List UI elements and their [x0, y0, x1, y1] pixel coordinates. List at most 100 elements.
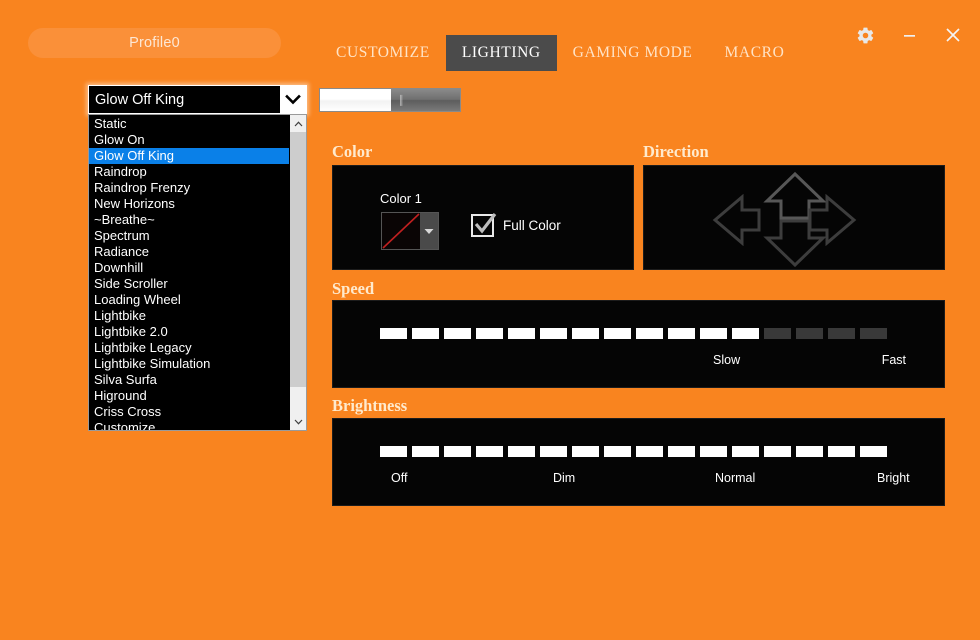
slider-segment[interactable]: [380, 328, 407, 339]
dropdown-option[interactable]: Lightbike Simulation: [89, 356, 289, 372]
titlebar: Profile0 CUSTOMIZE LIGHTING GAMING MODE MAC…: [0, 0, 980, 82]
brightness-section-title: Brightness: [332, 396, 408, 415]
slider-segment[interactable]: [444, 446, 471, 457]
lighting-mode-selector: Glow Off King Static Glow On Glow Off King…: [88, 85, 307, 431]
slider-segment[interactable]: [508, 328, 535, 339]
scroll-up-icon[interactable]: [290, 115, 306, 132]
slider-segment[interactable]: [732, 328, 759, 339]
minimize-button[interactable]: [896, 22, 922, 48]
slider-segment[interactable]: [572, 446, 599, 457]
dropdown-option[interactable]: Lightbike: [89, 308, 289, 324]
brightness-slider-labels: Off Dim Normal Bright: [333, 471, 944, 491]
direction-panel: [643, 165, 945, 270]
toggle-handle[interactable]: ║: [391, 89, 460, 111]
slider-segment[interactable]: [412, 328, 439, 339]
direction-arrow-group: [644, 166, 944, 269]
close-button[interactable]: [940, 22, 966, 48]
slider-segment[interactable]: [764, 328, 791, 339]
slider-segment[interactable]: [700, 328, 727, 339]
slider-segment[interactable]: [668, 328, 695, 339]
tab-lighting[interactable]: LIGHTING: [445, 35, 557, 71]
dropdown-option[interactable]: Higround: [89, 388, 289, 404]
dropdown-option[interactable]: Lightbike 2.0: [89, 324, 289, 340]
slider-segment[interactable]: [764, 446, 791, 457]
lighting-mode-option-list: Static Glow On Glow Off King Raindrop Raindr…: [89, 115, 289, 430]
slider-segment[interactable]: [380, 446, 407, 457]
slider-segment[interactable]: [796, 328, 823, 339]
slider-segment[interactable]: [732, 446, 759, 457]
brightness-slider[interactable]: [380, 446, 887, 457]
slider-segment[interactable]: [540, 328, 567, 339]
slider-segment[interactable]: [700, 446, 727, 457]
lighting-mode-combobox[interactable]: Glow Off King: [88, 85, 307, 114]
slider-segment[interactable]: [828, 446, 855, 457]
slider-segment[interactable]: [444, 328, 471, 339]
lighting-mode-value: Glow Off King: [95, 91, 185, 108]
color-1-dropdown-icon[interactable]: [420, 213, 438, 249]
dropdown-option[interactable]: Raindrop: [89, 164, 289, 180]
dropdown-option[interactable]: Criss Cross: [89, 404, 289, 420]
slider-segment[interactable]: [796, 446, 823, 457]
dropdown-option[interactable]: Glow On: [89, 132, 289, 148]
dropdown-option[interactable]: Raindrop Frenzy: [89, 180, 289, 196]
full-color-checkbox-box[interactable]: [471, 213, 497, 237]
dropdown-option[interactable]: ~Breathe~: [89, 212, 289, 228]
dropdown-option[interactable]: Radiance: [89, 244, 289, 260]
slider-segment[interactable]: [476, 446, 503, 457]
brightness-label: Bright: [877, 471, 910, 485]
lighting-enable-toggle[interactable]: ║: [319, 88, 461, 112]
settings-button[interactable]: [852, 22, 878, 48]
tab-macro[interactable]: MACRO: [709, 35, 801, 71]
dropdown-option[interactable]: Static: [89, 116, 289, 132]
speed-panel: Slow Fast: [332, 300, 945, 388]
slider-segment[interactable]: [636, 328, 663, 339]
dropdown-scrollbar[interactable]: [289, 115, 306, 430]
dropdown-option[interactable]: Silva Surfa: [89, 372, 289, 388]
speed-slider[interactable]: [380, 328, 887, 339]
nav-tabs: CUSTOMIZE LIGHTING GAMING MODE MACRO: [320, 34, 800, 72]
dropdown-option[interactable]: Side Scroller: [89, 276, 289, 292]
scrollbar-thumb[interactable]: [290, 132, 306, 387]
slider-segment[interactable]: [604, 446, 631, 457]
tab-gaming-mode[interactable]: GAMING MODE: [557, 35, 709, 71]
slider-segment[interactable]: [668, 446, 695, 457]
direction-right-arrow-icon[interactable]: [807, 193, 857, 251]
brightness-panel: Off Dim Normal Bright: [332, 418, 945, 506]
slider-segment[interactable]: [636, 446, 663, 457]
color-1-picker[interactable]: [381, 212, 439, 250]
slider-segment[interactable]: [572, 328, 599, 339]
slider-segment[interactable]: [476, 328, 503, 339]
dropdown-option[interactable]: Downhill: [89, 260, 289, 276]
speed-max-label: Fast: [881, 353, 906, 367]
direction-section-title: Direction: [643, 142, 709, 161]
dropdown-option[interactable]: Customize: [89, 420, 289, 430]
speed-section-title: Speed: [332, 279, 375, 298]
color-1-swatch[interactable]: [382, 213, 420, 249]
minimize-icon: [901, 27, 918, 44]
tab-customize[interactable]: CUSTOMIZE: [320, 35, 446, 71]
slider-segment[interactable]: [828, 328, 855, 339]
dropdown-option[interactable]: Glow Off King: [89, 148, 289, 164]
dropdown-option[interactable]: Spectrum: [89, 228, 289, 244]
grip-icon: ║: [398, 94, 406, 105]
slider-segment[interactable]: [508, 446, 535, 457]
slider-segment[interactable]: [412, 446, 439, 457]
slider-segment[interactable]: [860, 446, 887, 457]
dropdown-option[interactable]: Lightbike Legacy: [89, 340, 289, 356]
scroll-down-icon[interactable]: [290, 413, 306, 430]
profile-label: Profile0: [129, 35, 180, 51]
profile-button[interactable]: Profile0: [28, 28, 281, 58]
speed-min-label: Slow: [713, 353, 741, 367]
chevron-down-icon[interactable]: [280, 86, 306, 113]
full-color-checkbox[interactable]: Full Color: [471, 213, 561, 237]
toggle-track: [320, 89, 391, 111]
direction-left-arrow-icon[interactable]: [712, 193, 762, 251]
dropdown-option[interactable]: New Horizons: [89, 196, 289, 212]
color-1-label: Color 1: [380, 191, 422, 206]
lighting-mode-dropdown: Static Glow On Glow Off King Raindrop Raindr…: [88, 114, 307, 431]
slider-segment[interactable]: [860, 328, 887, 339]
slider-segment[interactable]: [604, 328, 631, 339]
dropdown-option[interactable]: Loading Wheel: [89, 292, 289, 308]
slider-segment[interactable]: [540, 446, 567, 457]
brightness-label: Dim: [553, 471, 576, 485]
